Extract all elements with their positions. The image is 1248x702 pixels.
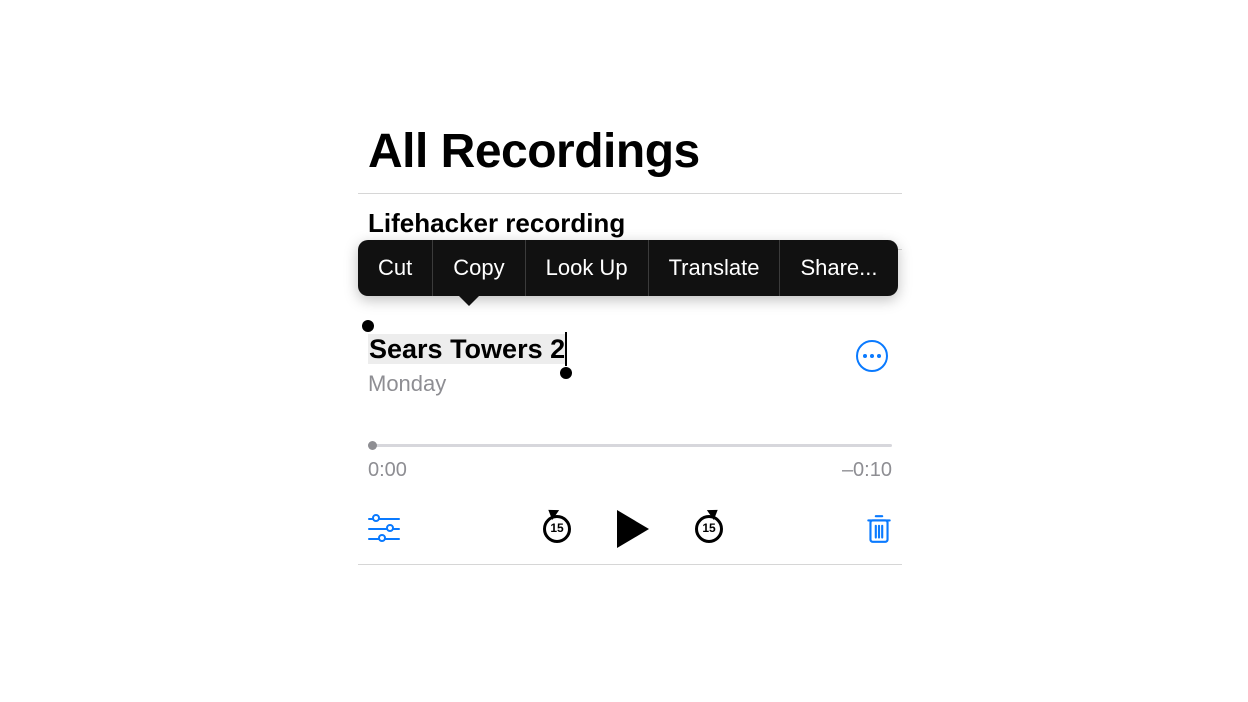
delete-button[interactable] xyxy=(866,513,892,545)
trash-icon xyxy=(866,513,892,545)
elapsed-time-label: 0:00 xyxy=(368,459,407,482)
text-caret-icon xyxy=(565,332,567,366)
recording-title-previous: Lifehacker recording xyxy=(368,208,892,239)
slider-track xyxy=(368,444,892,447)
page-title: All Recordings xyxy=(358,124,902,193)
remaining-time-label: –0:10 xyxy=(842,459,892,482)
menu-item-share[interactable]: Share... xyxy=(780,240,897,296)
menu-caret-icon xyxy=(458,295,480,306)
divider xyxy=(358,564,902,565)
selection-handle-end-icon[interactable] xyxy=(560,367,572,379)
skip-forward-15-icon: 15 xyxy=(693,513,725,545)
menu-item-lookup[interactable]: Look Up xyxy=(526,240,648,296)
skip-forward-button[interactable]: 15 xyxy=(693,513,725,545)
recording-date-label: Monday xyxy=(368,371,892,397)
recordings-panel: All Recordings Lifehacker recording Cut … xyxy=(358,124,902,565)
menu-item-translate[interactable]: Translate xyxy=(649,240,780,296)
play-button[interactable] xyxy=(617,510,649,548)
skip-back-15-icon: 15 xyxy=(541,513,573,545)
playback-settings-button[interactable] xyxy=(368,517,400,541)
skip-amount-label: 15 xyxy=(541,521,573,535)
recording-title-text[interactable]: Sears Towers 2 xyxy=(368,334,566,364)
menu-item-cut[interactable]: Cut xyxy=(358,240,432,296)
skip-back-button[interactable]: 15 xyxy=(541,513,573,545)
menu-item-copy[interactable]: Copy xyxy=(433,240,524,296)
text-context-menu: Cut Copy Look Up Translate Share... xyxy=(358,240,898,296)
more-options-button[interactable] xyxy=(856,340,888,372)
recording-row-selected: Sears Towers 2 Monday xyxy=(358,308,902,407)
slider-thumb-icon[interactable] xyxy=(368,441,377,450)
sliders-icon xyxy=(368,517,400,541)
skip-amount-label: 15 xyxy=(693,521,725,535)
ellipsis-icon xyxy=(863,354,881,358)
play-icon xyxy=(617,510,649,548)
selection-handle-start-icon[interactable] xyxy=(362,320,374,332)
recording-title-editable[interactable]: Sears Towers 2 xyxy=(368,334,566,365)
playback-slider[interactable] xyxy=(368,441,892,449)
playback-controls: 15 15 xyxy=(368,510,892,548)
playback-times: 0:00 –0:10 xyxy=(368,459,892,482)
